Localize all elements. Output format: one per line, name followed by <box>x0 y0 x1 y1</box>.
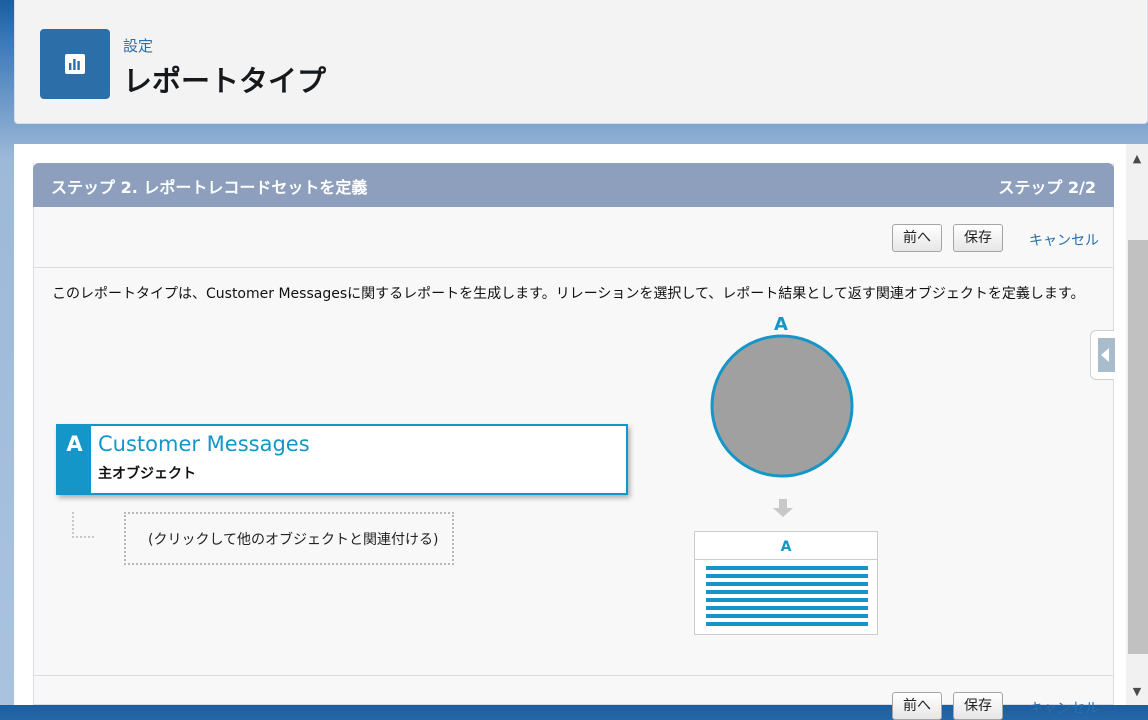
record-set-diagram: A A <box>694 314 878 635</box>
cancel-link-bottom[interactable]: キャンセル <box>1029 698 1099 718</box>
breadcrumb-setup[interactable]: 設定 <box>123 35 153 56</box>
scroll-down-icon[interactable]: ▼ <box>1126 681 1148 703</box>
scrollbar-thumb[interactable] <box>1128 240 1148 654</box>
divider-bottom <box>34 675 1113 676</box>
object-circle-icon <box>710 334 854 478</box>
arrow-down-icon <box>773 499 793 517</box>
collapse-arrow-icon <box>1098 338 1115 372</box>
main-content: ステップ 2. レポートレコードセットを定義 ステップ 2/2 前へ 保存 キャ… <box>14 144 1148 720</box>
diagram-table-label: A <box>781 539 792 555</box>
diagram-circle-label: A <box>774 314 788 335</box>
side-panel-toggle[interactable] <box>1090 330 1115 380</box>
previous-button-bottom[interactable]: 前へ <box>892 692 942 720</box>
report-chart-icon <box>40 29 110 99</box>
vertical-scrollbar[interactable]: ▲ ▼ <box>1126 144 1148 705</box>
page-header: 設定 レポートタイプ <box>14 0 1148 124</box>
result-table-icon: A <box>694 531 878 635</box>
page-title: レポートタイプ <box>123 64 327 98</box>
scroll-up-icon[interactable]: ▲ <box>1126 148 1148 170</box>
save-button-bottom[interactable]: 保存 <box>953 692 1003 720</box>
